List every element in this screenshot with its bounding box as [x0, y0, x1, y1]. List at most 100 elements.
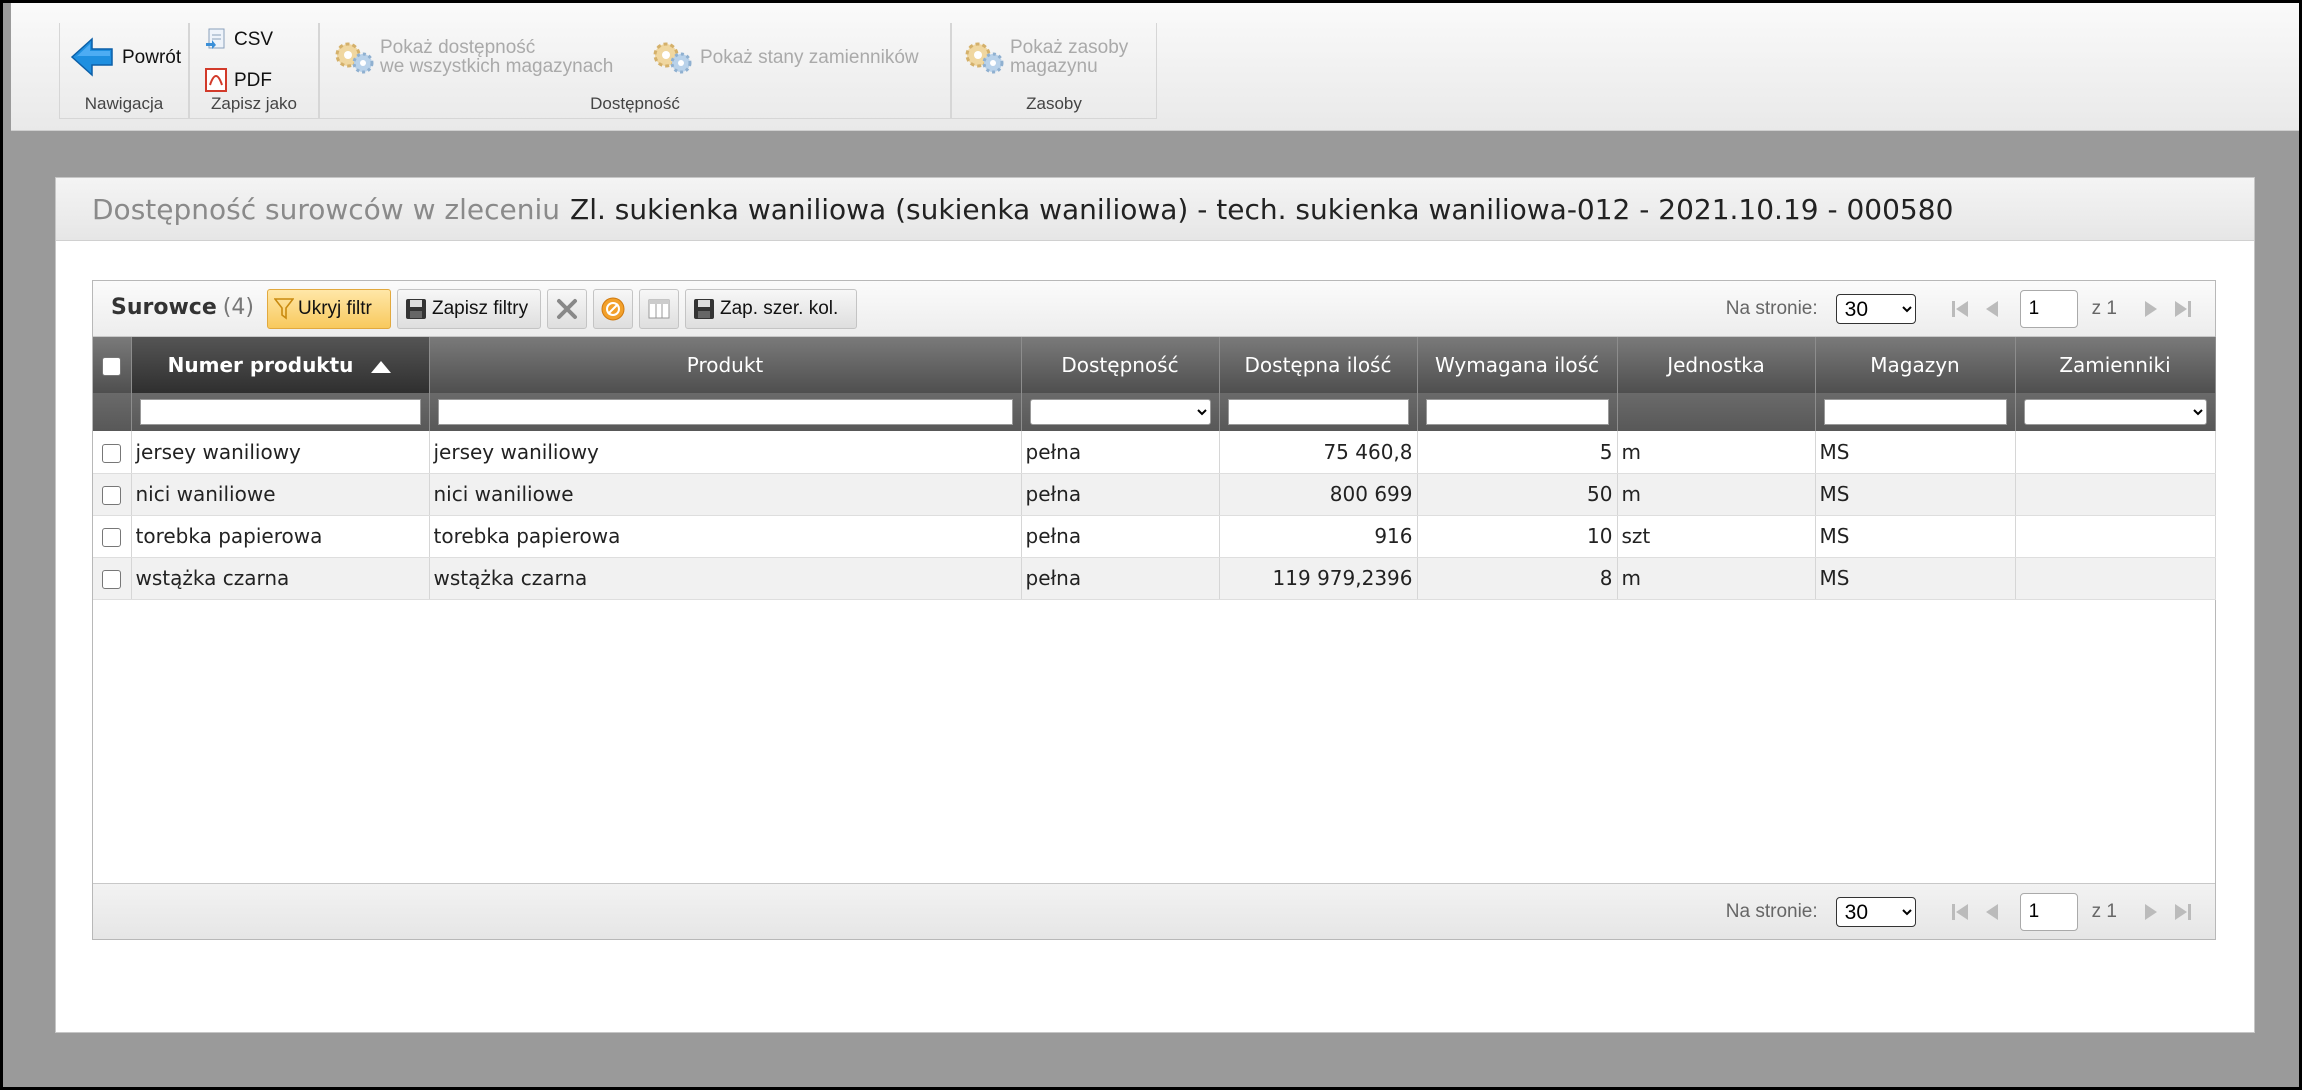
- floppy-disk-icon: [406, 299, 426, 319]
- filter-substitutes-select[interactable]: [2023, 399, 2207, 425]
- hide-filter-button[interactable]: Ukryj filtr: [267, 289, 391, 329]
- cell-substitutes: [2015, 557, 2216, 600]
- columns-button[interactable]: [639, 289, 679, 329]
- ribbon-group-navigation: Powrót Nawigacja: [59, 23, 189, 119]
- pdf-icon: [205, 68, 227, 92]
- show-availability-line2: we wszystkich magazynach: [380, 56, 614, 77]
- column-header-unit[interactable]: Jednostka: [1617, 337, 1816, 393]
- cell-unit: m: [1617, 557, 1816, 600]
- cell-warehouse: MS: [1815, 557, 2016, 600]
- reset-button[interactable]: [593, 289, 633, 329]
- filter-cell: [1417, 393, 1618, 431]
- previous-page-icon[interactable]: [1982, 900, 2002, 924]
- save-column-widths-button[interactable]: Zap. szer. kol.: [685, 289, 857, 329]
- group-label-availability: Dostępność: [590, 94, 680, 113]
- ribbon-group-resources: Pokaż zasoby magazynu Zasoby: [951, 23, 1157, 119]
- cell-available-qty: 800 699: [1219, 473, 1418, 516]
- column-header-warehouse[interactable]: Magazyn: [1815, 337, 2016, 393]
- cell-product-number: wstążka czarna: [131, 557, 430, 600]
- filter-available-qty-input[interactable]: [1227, 399, 1409, 425]
- next-page-icon[interactable]: [2141, 900, 2161, 924]
- table-row[interactable]: wstążka czarna wstążka czarna pełna 119 …: [93, 557, 2216, 600]
- column-header-label: Numer produktu: [167, 353, 354, 377]
- no-entry-icon: [601, 297, 625, 321]
- cell-product: jersey waniliowy: [429, 431, 1022, 474]
- back-arrow-icon: [70, 37, 113, 77]
- gears-icon: [335, 42, 374, 74]
- filter-cell: [429, 393, 1022, 431]
- table-row[interactable]: torebka papierowa torebka papierowa pełn…: [93, 515, 2216, 558]
- group-label-navigation: Nawigacja: [84, 94, 164, 113]
- cell-product-number: torebka papierowa: [131, 515, 430, 558]
- row-checkbox[interactable]: [102, 528, 122, 547]
- filter-product-input[interactable]: [437, 399, 1013, 425]
- column-header-required-qty[interactable]: Wymagana ilość: [1417, 337, 1618, 393]
- cell-required-qty: 8: [1417, 557, 1618, 600]
- filter-cell-empty: [1617, 393, 1816, 431]
- cell-product-number: jersey waniliowy: [131, 431, 430, 474]
- per-page-select[interactable]: 30: [1835, 897, 1916, 927]
- cell-availability: pełna: [1021, 515, 1220, 558]
- cell-substitutes: [2015, 473, 2216, 516]
- cell-product: torebka papierowa: [429, 515, 1022, 558]
- row-checkbox[interactable]: [102, 486, 122, 505]
- per-page-label: Na stronie:: [1725, 298, 1818, 319]
- save-filters-button[interactable]: Zapisz filtry: [397, 289, 541, 329]
- app-window: Powrót Nawigacja CSV PDF Zapisz jako Pok…: [3, 3, 2299, 1087]
- next-page-icon[interactable]: [2141, 297, 2161, 321]
- filter-cell: [2015, 393, 2216, 431]
- cell-required-qty: 10: [1417, 515, 1618, 558]
- filter-row: [93, 393, 2216, 431]
- page-number-input[interactable]: [2019, 290, 2078, 328]
- pager-bottom: Na stronie: 30 z 1: [1726, 892, 2199, 932]
- column-header-availability[interactable]: Dostępność: [1021, 337, 1220, 393]
- last-page-icon[interactable]: [2173, 297, 2193, 321]
- columns-icon: [648, 299, 670, 319]
- cell-availability: pełna: [1021, 557, 1220, 600]
- page-count: z 1: [2091, 298, 2117, 319]
- show-warehouse-resources-button[interactable]: Pokaż zasoby magazynu: [962, 37, 1128, 77]
- cell-warehouse: MS: [1815, 431, 2016, 474]
- column-header-available-qty[interactable]: Dostępna ilość: [1219, 337, 1418, 393]
- filter-cell: [1219, 393, 1418, 431]
- show-availability-all-warehouses-button[interactable]: Pokaż dostępność we wszystkich magazynac…: [332, 37, 613, 77]
- show-resources-line2: magazynu: [1010, 56, 1098, 77]
- previous-page-icon[interactable]: [1982, 297, 2002, 321]
- column-header-product-number[interactable]: Numer produktu: [131, 337, 430, 393]
- pager-top: Na stronie: 30 z 1: [1726, 289, 2199, 329]
- ribbon-toolbar: Powrót Nawigacja CSV PDF Zapisz jako Pok…: [11, 3, 2299, 131]
- column-header-product[interactable]: Produkt: [429, 337, 1022, 393]
- page-number-input[interactable]: [2019, 893, 2078, 931]
- cell-required-qty: 50: [1417, 473, 1618, 516]
- table-row[interactable]: jersey waniliowy jersey waniliowy pełna …: [93, 431, 2216, 474]
- table-row[interactable]: nici waniliowe nici waniliowe pełna 800 …: [93, 473, 2216, 516]
- cell-available-qty: 916: [1219, 515, 1418, 558]
- row-checkbox[interactable]: [102, 443, 122, 463]
- select-all-checkbox[interactable]: [102, 357, 122, 376]
- filter-availability-select[interactable]: [1029, 399, 1211, 425]
- last-page-icon[interactable]: [2173, 900, 2193, 924]
- sort-ascending-icon: [371, 360, 392, 373]
- csv-button[interactable]: CSV: [204, 27, 273, 51]
- filter-warehouse-input[interactable]: [1823, 399, 2007, 425]
- csv-label: CSV: [234, 28, 274, 50]
- back-button[interactable]: Powrót: [70, 35, 181, 79]
- first-page-icon[interactable]: [1950, 297, 1970, 321]
- filter-cell: [1815, 393, 2016, 431]
- materials-table: Numer produktu Produkt Dostępność Dostęp…: [93, 337, 2216, 600]
- filter-product-number-input[interactable]: [139, 399, 421, 425]
- column-header-substitutes[interactable]: Zamienniki: [2015, 337, 2216, 393]
- first-page-icon[interactable]: [1950, 900, 1970, 924]
- per-page-select[interactable]: 30: [1835, 294, 1916, 324]
- filter-required-qty-input[interactable]: [1425, 399, 1609, 425]
- pdf-label: PDF: [234, 69, 272, 91]
- row-select-cell: [93, 431, 132, 474]
- pdf-button[interactable]: PDF: [204, 67, 272, 93]
- clear-filter-button[interactable]: [547, 289, 587, 329]
- row-checkbox[interactable]: [102, 570, 122, 589]
- show-substitute-stock-button[interactable]: Pokaż stany zamienników: [650, 37, 919, 77]
- floppy-disk-icon: [694, 299, 714, 319]
- row-select-cell: [93, 557, 132, 600]
- cell-availability: pełna: [1021, 431, 1220, 474]
- availability-panel: Dostępność surowców w zleceniu Zl. sukie…: [55, 177, 2255, 1033]
